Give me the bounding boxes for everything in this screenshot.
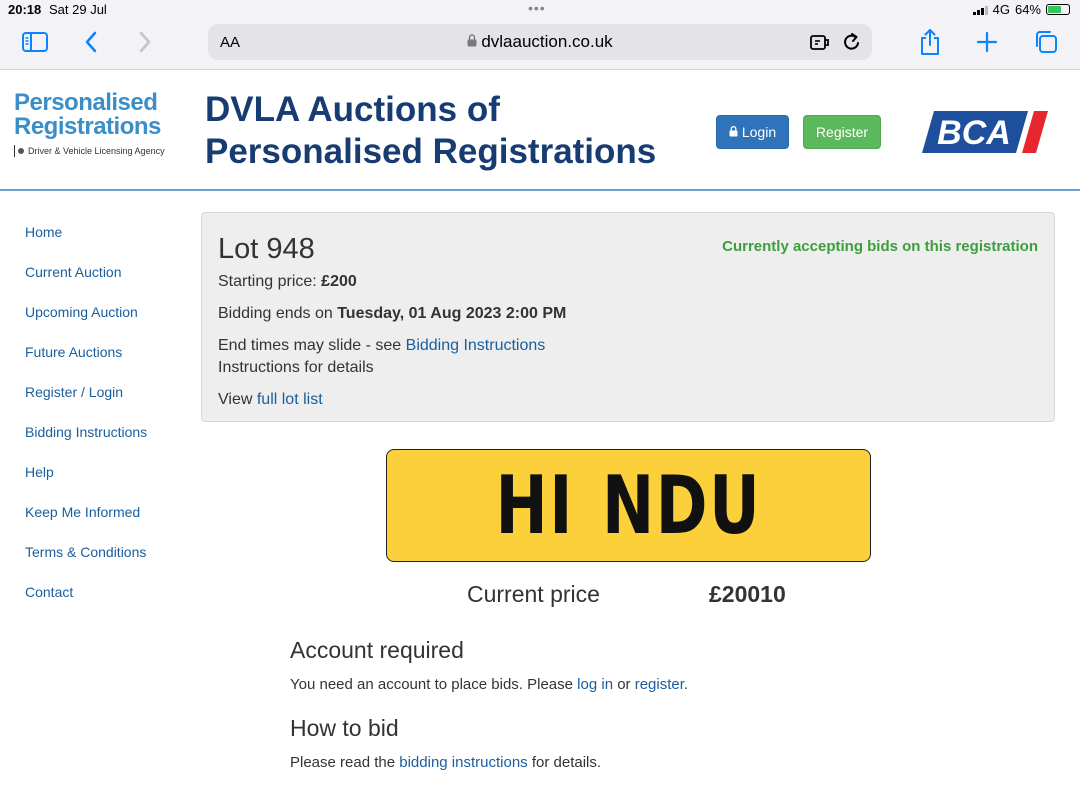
view-lot-list-line: View full lot list [218,391,323,409]
current-price-value: £20010 [709,581,786,607]
sidebar-item-contact[interactable]: Contact [25,582,185,622]
sidebar-item-future-auctions[interactable]: Future Auctions [25,342,185,382]
slide-text-continued: Instructions for details [218,359,374,376]
extension-icon[interactable] [810,32,832,57]
lock-icon [729,124,738,140]
sidebar-item-home[interactable]: Home [25,222,185,262]
sidebar-item-bidding-instructions[interactable]: Bidding Instructions [25,422,185,462]
crest-icon [14,145,24,157]
lot-status: Currently accepting bids on this registr… [722,238,1038,255]
battery-icon [1046,4,1070,15]
starting-price-line: Starting price: £200 [218,273,357,291]
bidding-instructions-link[interactable]: Bidding Instructions [406,337,546,354]
bidding-ends-label: Bidding ends on [218,305,333,322]
lock-icon [467,34,477,50]
site-title: DVLA Auctions of Personalised Registrati… [205,89,656,173]
register-button[interactable]: Register [803,115,881,149]
account-required-heading: Account required [290,637,464,663]
login-label: Login [741,124,777,140]
bidding-ends-value: Tuesday, 01 Aug 2023 2:00 PM [337,305,567,322]
sidebar-item-register-login[interactable]: Register / Login [25,382,185,422]
url-text: dvlaauction.co.uk [481,32,613,51]
current-price-label: Current price [467,581,600,607]
number-plate: HI NDU [386,449,871,562]
sidebar-item-terms-conditions[interactable]: Terms & Conditions [25,542,185,582]
lot-title: Lot 948 [218,233,315,265]
sidebar-item-current-auction[interactable]: Current Auction [25,262,185,302]
bidding-instructions-text-link[interactable]: bidding instructions [399,754,527,771]
how-to-bid-section: How to bid Please read the bidding instr… [290,715,990,771]
how-to-bid-heading: How to bid [290,715,399,741]
clock-time: 20:18 [8,2,42,17]
account-required-section: Account required You need an account to … [290,637,990,693]
share-icon[interactable] [919,28,941,56]
forward-icon[interactable] [138,31,152,53]
network-type: 4G [992,2,1010,17]
new-tab-icon[interactable] [976,31,998,53]
log-in-link[interactable]: log in [577,676,613,693]
logo-agency: Driver & Vehicle Licensing Agency [28,146,165,156]
bca-logo[interactable]: BCA [922,111,1048,153]
address-bar[interactable]: AA dvlaauction.co.uk [208,24,872,60]
browser-toolbar: AA dvlaauction.co.uk [0,20,1080,70]
site-header: Personalised Registrations Driver & Vehi… [0,71,1080,191]
plate-registration: HI NDU [495,459,762,552]
register-link[interactable]: register [635,676,684,693]
end-time-slide-line: End times may slide - see Bidding Instru… [218,337,545,355]
login-button[interactable]: Login [716,115,789,149]
how-to-bid-text: Please read the bidding instructions for… [290,754,602,771]
multitasking-dots-icon[interactable]: ••• [528,0,546,16]
site-title-line-1: DVLA Auctions of [205,90,500,129]
account-required-text: You need an account to place bids. Pleas… [290,676,689,693]
personalised-registrations-logo[interactable]: Personalised Registrations Driver & Vehi… [14,91,174,157]
view-label: View [218,391,253,408]
back-icon[interactable] [84,31,98,53]
sidebar-nav: Home Current Auction Upcoming Auction Fu… [25,222,185,622]
logo-line-2: Registrations [14,113,161,140]
site-title-line-2: Personalised Registrations [205,132,657,171]
status-bar: 20:18 Sat 29 Jul ••• 4G 64% [0,0,1080,20]
clock-date: Sat 29 Jul [49,2,107,17]
full-lot-list-link[interactable]: full lot list [257,391,323,408]
tabs-icon[interactable] [1034,30,1058,54]
lot-panel: Lot 948 Currently accepting bids on this… [201,212,1055,422]
starting-price-value: £200 [321,273,357,290]
slide-text: End times may slide - see [218,337,402,354]
register-label: Register [815,124,869,140]
starting-price-label: Starting price: [218,273,317,290]
battery-percent: 64% [1014,2,1041,17]
sidebar-icon[interactable] [22,32,48,52]
logo-line-1: Personalised [14,89,158,116]
reload-icon[interactable] [842,31,862,58]
signal-icon [972,5,988,15]
bidding-ends-line: Bidding ends on Tuesday, 01 Aug 2023 2:0… [218,305,566,323]
sidebar-item-help[interactable]: Help [25,462,185,502]
bca-logo-text: BCA [937,114,1011,152]
sidebar-item-upcoming-auction[interactable]: Upcoming Auction [25,302,185,342]
sidebar-item-keep-me-informed[interactable]: Keep Me Informed [25,502,185,542]
